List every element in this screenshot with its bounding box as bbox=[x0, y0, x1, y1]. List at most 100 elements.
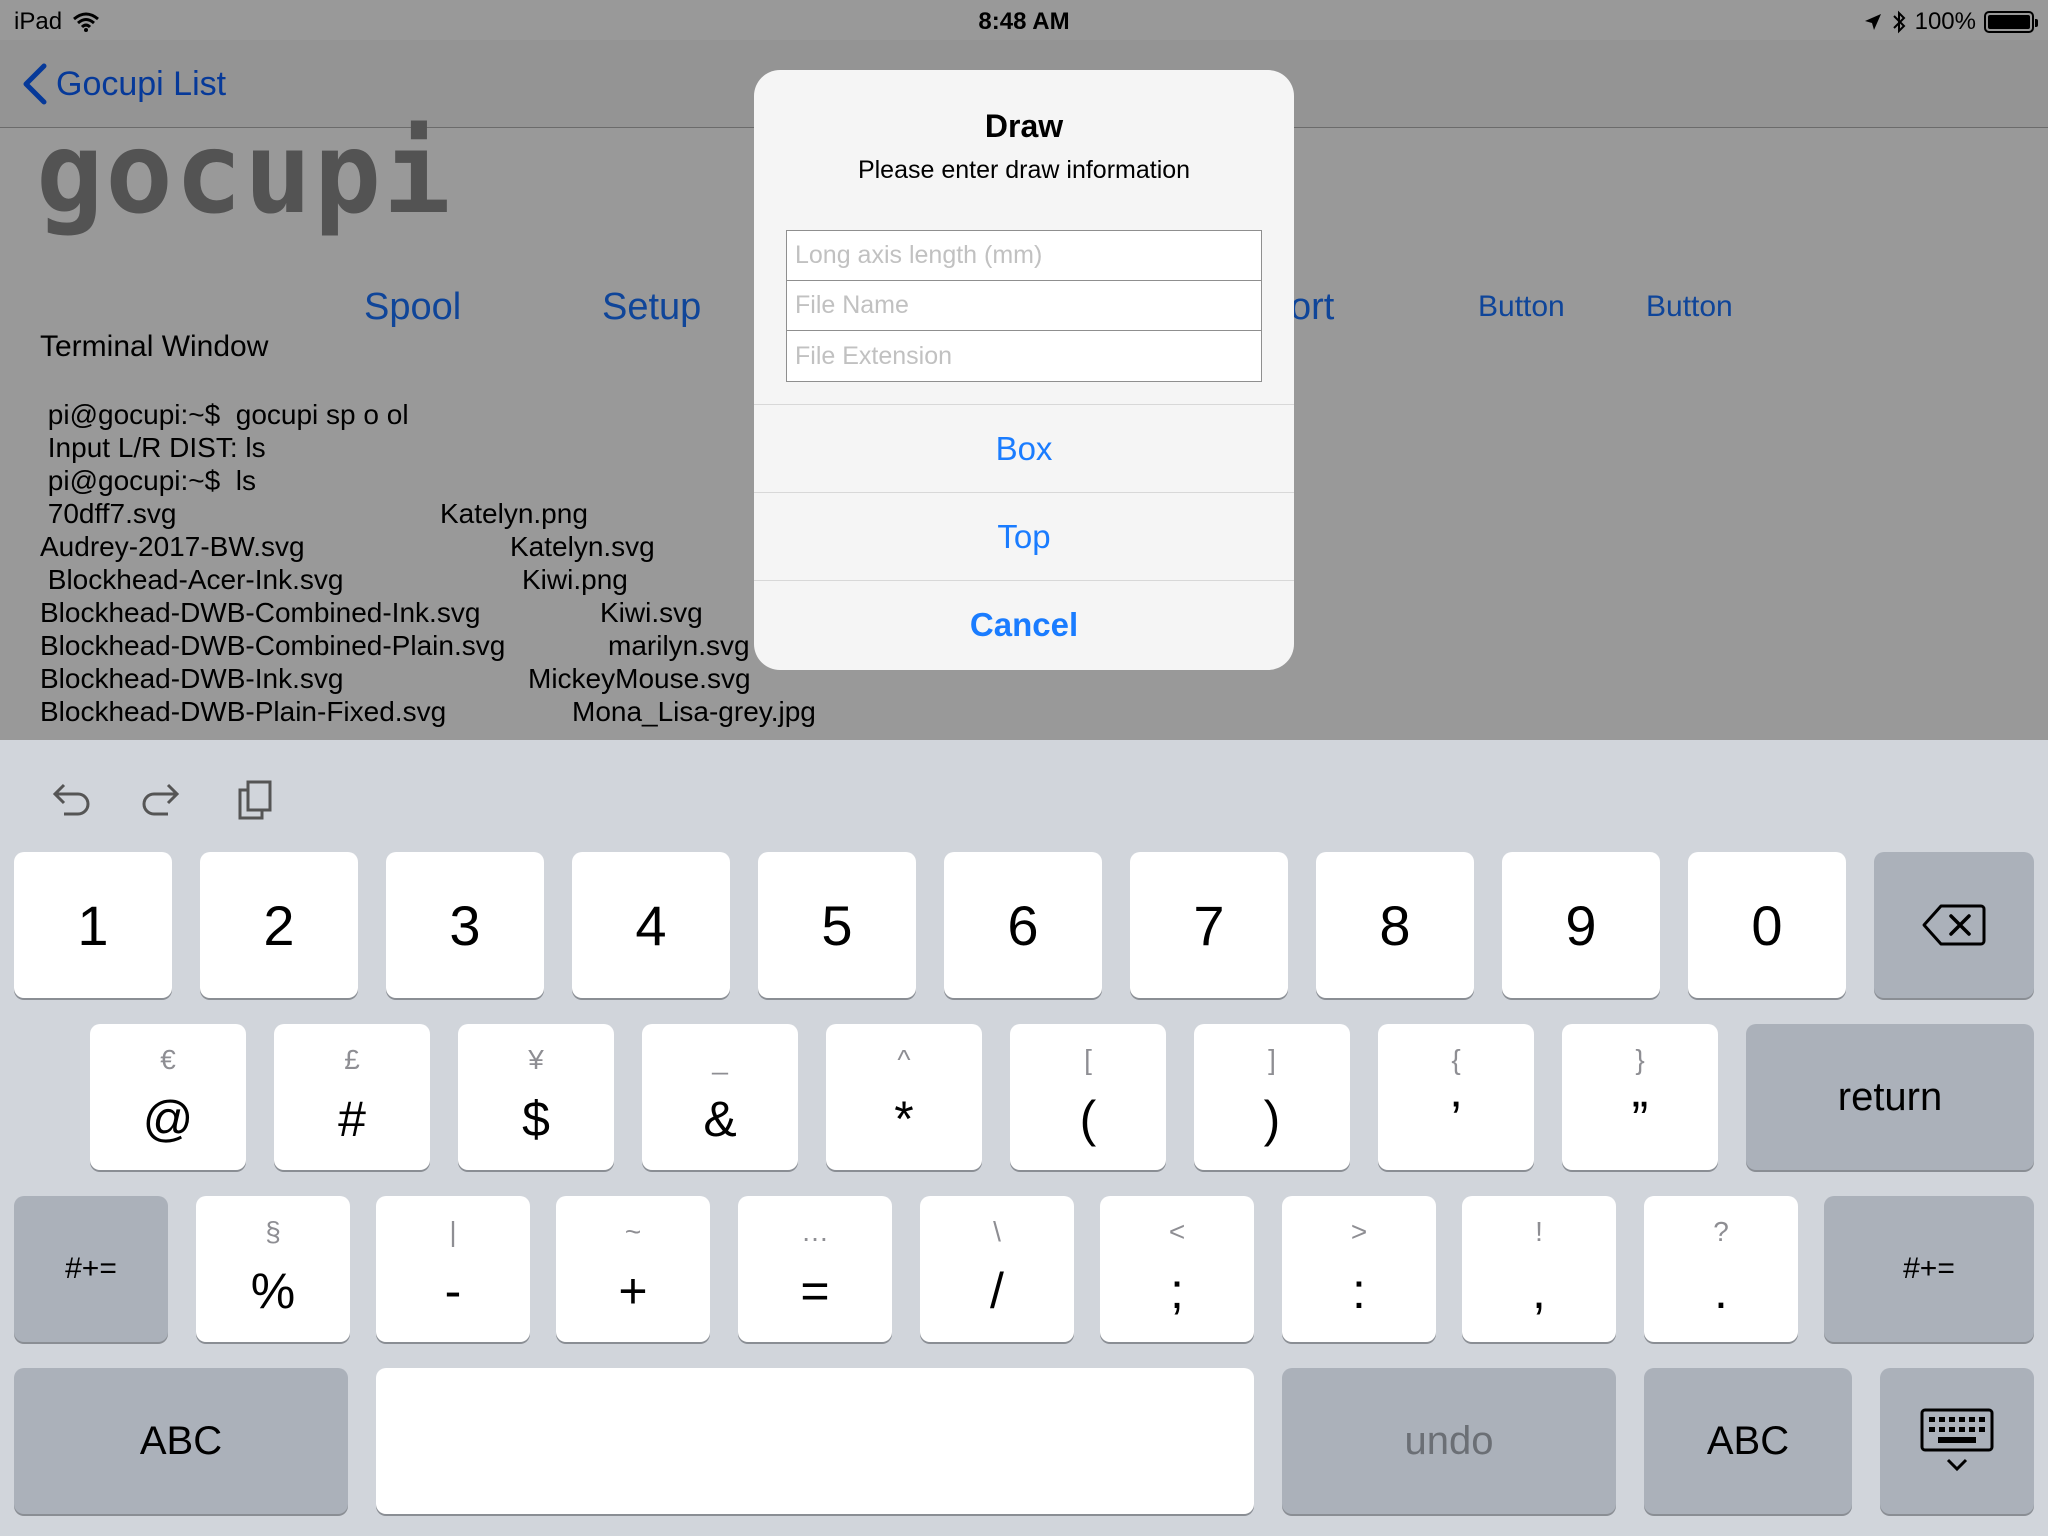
key-label: 9 bbox=[1565, 893, 1597, 957]
alert-title: Draw bbox=[984, 108, 1064, 144]
key-secondary-label: ! bbox=[1535, 1216, 1543, 1247]
key-primary-label: = bbox=[800, 1263, 830, 1319]
keyboard-dismiss-key[interactable] bbox=[1880, 1368, 2034, 1514]
key-at[interactable]: € @ bbox=[90, 1024, 246, 1170]
key-secondary-label: ^ bbox=[897, 1044, 911, 1075]
key-primary-label: % bbox=[250, 1263, 296, 1319]
key-primary-label: $ bbox=[522, 1091, 550, 1147]
key-primary-label: # bbox=[338, 1091, 366, 1147]
return-key[interactable]: return bbox=[1746, 1024, 2034, 1170]
abc-label: ABC bbox=[139, 1418, 223, 1463]
symbols-label: #+= bbox=[65, 1252, 117, 1285]
undo-arrow-icon[interactable] bbox=[46, 776, 94, 824]
key-primary-label: ” bbox=[1631, 1091, 1649, 1147]
top-button[interactable]: Top bbox=[754, 492, 1294, 580]
space-bar[interactable] bbox=[376, 1368, 1254, 1514]
key-primary-label: ’ bbox=[1450, 1091, 1462, 1147]
key-primary-label: / bbox=[990, 1263, 1004, 1319]
abc-key-right[interactable]: ABC bbox=[1644, 1368, 1852, 1514]
key-label: 8 bbox=[1379, 893, 1411, 957]
key-secondary-label: > bbox=[1350, 1216, 1368, 1247]
key-6[interactable]: 6 bbox=[944, 852, 1102, 998]
undo-key[interactable]: undo bbox=[1282, 1368, 1616, 1514]
symbols-key-left[interactable]: #+= bbox=[14, 1196, 168, 1342]
key-secondary-label: < bbox=[1168, 1216, 1186, 1247]
key-dollar[interactable]: ¥ $ bbox=[458, 1024, 614, 1170]
key-secondary-label: \ bbox=[993, 1216, 1001, 1247]
key-secondary-label: € bbox=[160, 1044, 176, 1075]
redo-arrow-icon[interactable] bbox=[138, 776, 186, 824]
key-primary-label: * bbox=[894, 1091, 914, 1147]
key-secondary-label: _ bbox=[712, 1044, 728, 1075]
key-percent[interactable]: §% bbox=[196, 1196, 350, 1342]
file-extension-field[interactable] bbox=[787, 331, 1261, 381]
key-secondary-label: ] bbox=[1268, 1044, 1276, 1075]
key-7[interactable]: 7 bbox=[1130, 852, 1288, 998]
cancel-button[interactable]: Cancel bbox=[754, 580, 1294, 668]
key-label: 2 bbox=[263, 893, 295, 957]
key-4[interactable]: 4 bbox=[572, 852, 730, 998]
key-primary-label: . bbox=[1714, 1263, 1728, 1319]
key-primary-label: & bbox=[703, 1091, 737, 1147]
key-label: 6 bbox=[1007, 893, 1039, 957]
key-label: 7 bbox=[1193, 893, 1225, 957]
key-secondary-label: £ bbox=[344, 1044, 360, 1075]
return-label: return bbox=[1837, 1074, 1943, 1119]
key-3[interactable]: 3 bbox=[386, 852, 544, 998]
key-9[interactable]: 9 bbox=[1502, 852, 1660, 998]
key-5[interactable]: 5 bbox=[758, 852, 916, 998]
key-primary-label: @ bbox=[142, 1091, 194, 1147]
key-secondary-label: ? bbox=[1713, 1216, 1729, 1247]
long-axis-length-field[interactable] bbox=[787, 231, 1261, 281]
key-close-paren[interactable]: ]) bbox=[1194, 1024, 1350, 1170]
symbols-label: #+= bbox=[1903, 1252, 1955, 1285]
alert-text-fields bbox=[786, 230, 1262, 382]
undo-label: undo bbox=[1404, 1418, 1494, 1463]
key-2[interactable]: 2 bbox=[200, 852, 358, 998]
key-primary-label: : bbox=[1352, 1263, 1366, 1319]
key-primary-label: - bbox=[444, 1263, 462, 1319]
key-secondary-label: ¥ bbox=[528, 1044, 544, 1075]
key-asterisk[interactable]: ^ * bbox=[826, 1024, 982, 1170]
key-semicolon[interactable]: <; bbox=[1100, 1196, 1254, 1342]
backspace-key[interactable] bbox=[1874, 852, 2034, 998]
key-equals[interactable]: … = bbox=[738, 1196, 892, 1342]
key-open-paren[interactable]: [( bbox=[1010, 1024, 1166, 1170]
key-slash[interactable]: \ / bbox=[920, 1196, 1074, 1342]
clipboard-paste-icon[interactable] bbox=[232, 776, 280, 824]
key-hyphen[interactable]: | - bbox=[376, 1196, 530, 1342]
key-hash[interactable]: £ # bbox=[274, 1024, 430, 1170]
file-name-field[interactable] bbox=[787, 281, 1261, 331]
key-quote[interactable]: }” bbox=[1562, 1024, 1718, 1170]
key-8[interactable]: 8 bbox=[1316, 852, 1474, 998]
key-1[interactable]: 1 bbox=[14, 852, 172, 998]
key-label: 0 bbox=[1751, 893, 1783, 957]
key-colon[interactable]: >: bbox=[1282, 1196, 1436, 1342]
key-comma[interactable]: !, bbox=[1462, 1196, 1616, 1342]
key-label: 5 bbox=[821, 893, 853, 957]
key-secondary-label: | bbox=[449, 1216, 457, 1247]
symbols-key-right[interactable]: #+= bbox=[1824, 1196, 2034, 1342]
key-ampersand[interactable]: _ & bbox=[642, 1024, 798, 1170]
draw-alert-dialog: Draw Please enter draw information Box T… bbox=[754, 70, 1294, 670]
keyboard-dismiss-icon bbox=[1920, 1408, 1994, 1472]
key-period[interactable]: ?. bbox=[1644, 1196, 1798, 1342]
key-primary-label: ( bbox=[1079, 1091, 1097, 1147]
key-apostrophe[interactable]: {’ bbox=[1378, 1024, 1534, 1170]
key-0[interactable]: 0 bbox=[1688, 852, 1846, 998]
abc-label: ABC bbox=[1706, 1418, 1790, 1463]
key-secondary-label: { bbox=[1451, 1044, 1461, 1075]
numeric-symbol-keyboard: 1 2 3 4 5 6 7 8 9 0 € @ £ # ¥ $ _ & ^ *[(]){’}” return #+= §% |… bbox=[0, 740, 2048, 1536]
key-label: 1 bbox=[77, 893, 109, 957]
key-label: 3 bbox=[449, 893, 481, 957]
alert-message: Please enter draw information bbox=[857, 156, 1191, 184]
abc-key-left[interactable]: ABC bbox=[14, 1368, 348, 1514]
key-plus[interactable]: ~ + bbox=[556, 1196, 710, 1342]
box-button[interactable]: Box bbox=[754, 404, 1294, 492]
key-secondary-label: … bbox=[801, 1216, 829, 1247]
key-label: 4 bbox=[635, 893, 667, 957]
key-primary-label: ) bbox=[1263, 1091, 1281, 1147]
key-secondary-label: ~ bbox=[624, 1216, 642, 1247]
key-secondary-label: § bbox=[265, 1216, 281, 1247]
key-primary-label: ; bbox=[1170, 1263, 1184, 1319]
